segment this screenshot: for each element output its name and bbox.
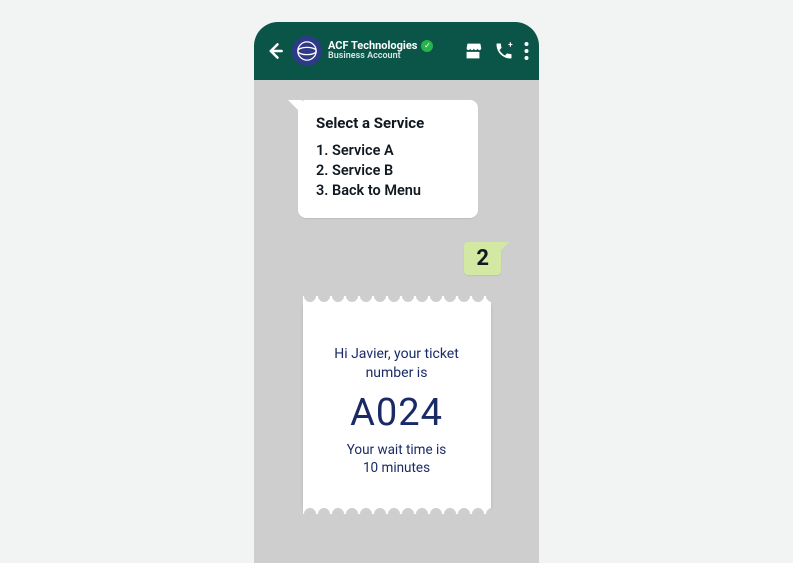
store-icon[interactable] xyxy=(462,40,484,62)
reply-text: 2 xyxy=(476,246,489,271)
back-icon[interactable] xyxy=(264,41,286,61)
header-title-block[interactable]: ACF Technologies ✓ Business Account xyxy=(328,40,456,62)
menu-heading: Select a Service xyxy=(316,114,460,132)
verified-badge-icon: ✓ xyxy=(421,40,433,52)
business-avatar[interactable] xyxy=(292,36,322,66)
chat-header: ACF Technologies ✓ Business Account + xyxy=(254,22,539,80)
account-type: Business Account xyxy=(328,52,456,62)
chat-body: Select a Service 1. Service A 2. Service… xyxy=(254,80,539,507)
outgoing-message-reply: 2 xyxy=(464,242,501,275)
ticket-number: A024 xyxy=(313,391,481,435)
incoming-message-service-menu: Select a Service 1. Service A 2. Service… xyxy=(298,100,478,218)
chat-screen: ACF Technologies ✓ Business Account + Se… xyxy=(254,22,539,563)
incoming-message-ticket: Hi Javier, your ticket number is A024 Yo… xyxy=(303,303,491,507)
menu-option: 1. Service A xyxy=(316,142,460,159)
ticket-card: Hi Javier, your ticket number is A024 Yo… xyxy=(303,303,491,507)
ticket-wait-time: Your wait time is 10 minutes xyxy=(313,441,481,477)
menu-option: 2. Service B xyxy=(316,162,460,179)
header-actions: + xyxy=(462,40,529,62)
call-icon[interactable]: + xyxy=(494,41,514,61)
ticket-greeting: Hi Javier, your ticket number is xyxy=(313,345,481,383)
more-options-icon[interactable] xyxy=(524,42,529,60)
svg-text:+: + xyxy=(508,41,513,51)
menu-option: 3. Back to Menu xyxy=(316,182,460,199)
